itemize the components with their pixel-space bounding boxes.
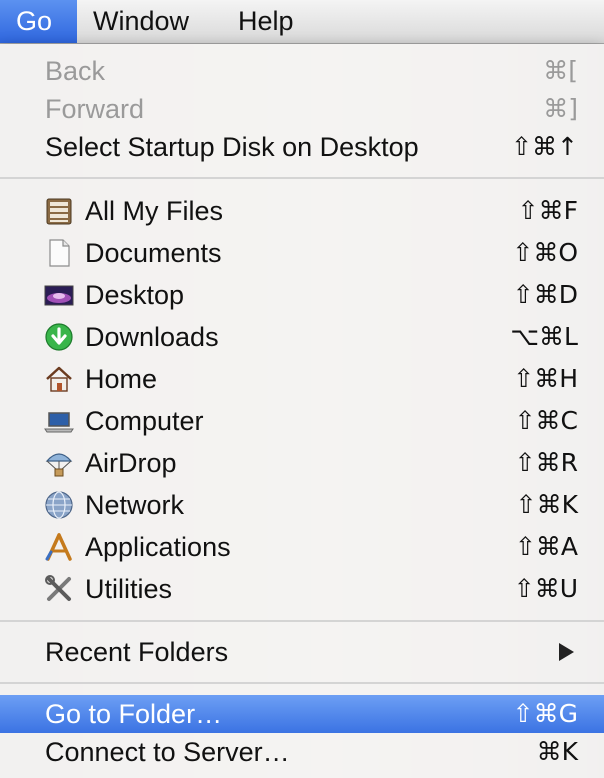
menu-item-shortcut: ⇧⌘↑ [511, 132, 578, 161]
menu-item-recent-folders[interactable]: Recent Folders [0, 633, 604, 671]
menu-item-shortcut: ⌘K [536, 737, 578, 766]
menu-item-documents[interactable]: Documents ⇧⌘O [0, 234, 604, 272]
menu-item-label: AirDrop [85, 448, 177, 478]
menu-separator [0, 177, 604, 179]
menu-item-shortcut: ⇧⌘G [512, 699, 578, 728]
menu-item-label: Utilities [85, 574, 173, 604]
computer-icon [44, 412, 74, 433]
utilities-icon [45, 575, 71, 601]
menu-item-back[interactable]: Back ⌘[ [0, 52, 604, 90]
menu-item-airdrop[interactable]: AirDrop ⇧⌘R [0, 444, 604, 482]
menu-item-label: Computer [85, 406, 204, 436]
menu-item-label: Forward [45, 94, 145, 124]
menu-item-shortcut: ⇧⌘U [513, 574, 578, 603]
menubar-go[interactable]: Go [0, 0, 77, 43]
menu-item-forward[interactable]: Forward ⌘] [0, 90, 604, 128]
menu-item-shortcut: ⇧⌘F [517, 196, 578, 225]
menu-item-connect-to-server[interactable]: Connect to Server… ⌘K [0, 733, 604, 771]
menu-separator [0, 620, 604, 622]
menubar-help[interactable]: Help [222, 0, 310, 43]
menu-item-shortcut: ⌘[ [543, 56, 578, 85]
menu-item-label: Back [45, 56, 106, 86]
menu-item-label: Desktop [85, 280, 185, 310]
all-my-files-icon [46, 198, 72, 225]
menu-item-label: Downloads [85, 322, 219, 352]
menu-item-all-my-files[interactable]: All My Files ⇧⌘F [0, 192, 604, 230]
menu-item-shortcut: ⇧⌘H [513, 364, 578, 393]
network-icon [45, 491, 73, 519]
airdrop-icon [45, 453, 73, 477]
menu-item-computer[interactable]: Computer ⇧⌘C [0, 402, 604, 440]
desktop-icon [44, 285, 74, 306]
menu-item-applications[interactable]: Applications ⇧⌘A [0, 528, 604, 566]
menu-item-go-to-folder[interactable]: Go to Folder… ⇧⌘G [0, 695, 604, 733]
menu-item-shortcut: ⇧⌘C [514, 406, 578, 435]
menu-item-label: Go to Folder… [45, 699, 223, 729]
menu-item-shortcut: ⌘] [543, 94, 578, 123]
menu-item-shortcut: ⌥⌘L [510, 322, 578, 351]
documents-icon [49, 239, 70, 267]
menu-item-shortcut: ⇧⌘D [512, 280, 578, 309]
menu-item-utilities[interactable]: Utilities ⇧⌘U [0, 570, 604, 608]
menu-item-select-startup-disk[interactable]: Select Startup Disk on Desktop ⇧⌘↑ [0, 128, 604, 166]
menu-item-home[interactable]: Home ⇧⌘H [0, 360, 604, 398]
menu-item-label: Connect to Server… [45, 737, 290, 767]
menu-item-label: Home [85, 364, 158, 394]
menu-item-shortcut: ⇧⌘K [515, 490, 578, 519]
menu-item-label: Select Startup Disk on Desktop [45, 132, 419, 162]
menu-item-label: Applications [85, 532, 231, 562]
menu-item-desktop[interactable]: Desktop ⇧⌘D [0, 276, 604, 314]
menu-item-shortcut: ⇧⌘R [514, 448, 578, 477]
menu-item-shortcut: ⇧⌘O [512, 238, 578, 267]
menu-item-label: Recent Folders [45, 637, 229, 667]
menu-item-label: Network [85, 490, 185, 520]
go-menu: Back ⌘[ Forward ⌘] Select Startup Disk o… [0, 44, 604, 778]
menu-bar: Go Window Help [0, 0, 604, 44]
downloads-icon [45, 323, 73, 351]
submenu-arrow-icon [559, 643, 574, 661]
menu-item-shortcut: ⇧⌘A [514, 532, 578, 561]
applications-icon [45, 533, 72, 561]
menubar-window[interactable]: Window [77, 0, 205, 43]
menu-item-downloads[interactable]: Downloads ⌥⌘L [0, 318, 604, 356]
menu-item-network[interactable]: Network ⇧⌘K [0, 486, 604, 524]
home-icon [46, 366, 72, 392]
menu-item-label: Documents [85, 238, 222, 268]
menu-separator [0, 682, 604, 684]
menu-item-label: All My Files [85, 196, 224, 226]
